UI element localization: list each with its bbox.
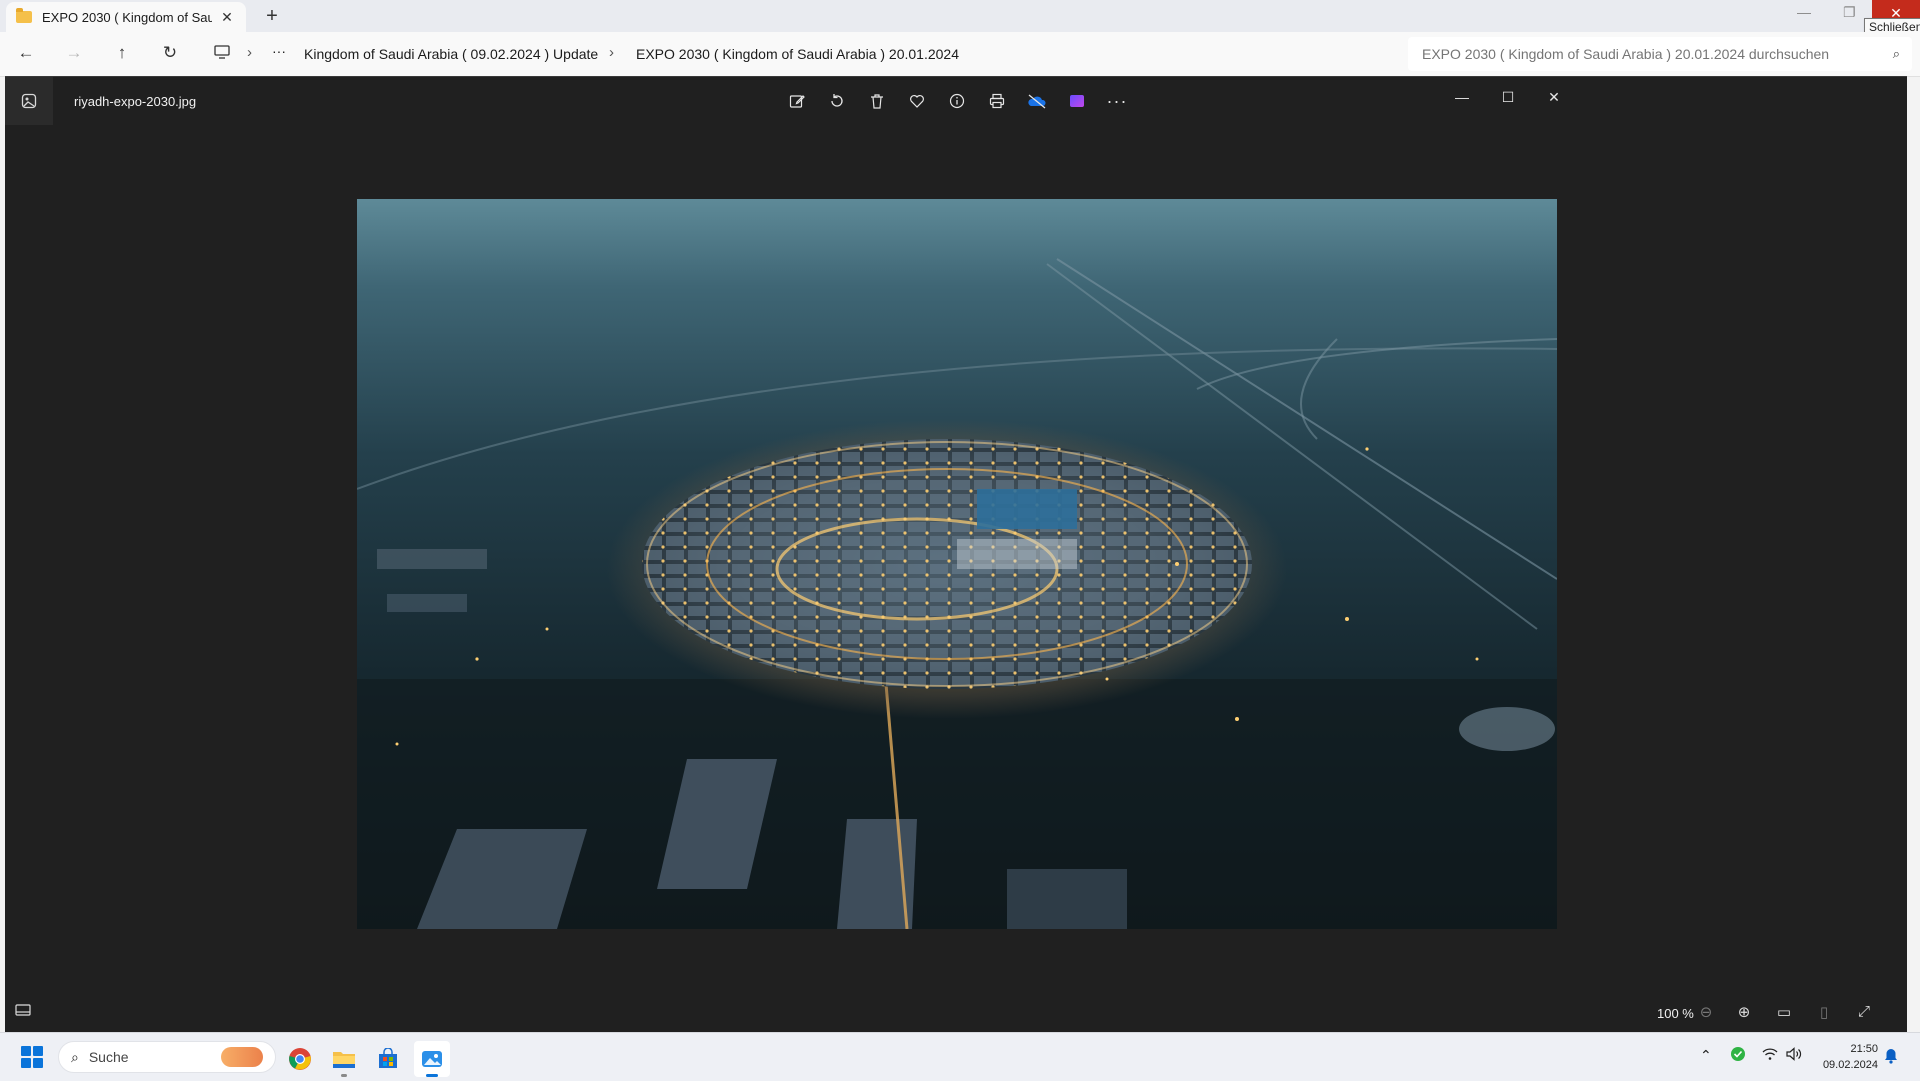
image-filename: riyadh-expo-2030.jpg: [74, 94, 197, 109]
viewer-minimize-button[interactable]: —: [1447, 89, 1477, 105]
actual-size-icon[interactable]: ▯: [1813, 1003, 1835, 1021]
zoom-in-icon[interactable]: ⊕: [1733, 1003, 1755, 1021]
address-bar: ← → ↑ ↻ › ··· Kingdom of Saudi Arabia ( …: [0, 32, 1920, 77]
volume-icon[interactable]: [1786, 1047, 1802, 1064]
windows-logo-tile: [21, 1046, 31, 1056]
clipchamp-icon[interactable]: [1065, 89, 1089, 113]
viewer-maximize-button[interactable]: ☐: [1493, 89, 1523, 106]
system-clock[interactable]: 21:50 09.02.2024: [1812, 1041, 1878, 1073]
more-icon[interactable]: ···: [1105, 89, 1129, 113]
search-icon: ⌕: [1892, 46, 1900, 61]
tab-bar: EXPO 2030 ( Kingdom of Saud ✕ + — ❐ ✕ Sc…: [0, 0, 1920, 36]
favorite-icon[interactable]: [905, 89, 929, 113]
info-icon[interactable]: [945, 89, 969, 113]
tab-expo-folder[interactable]: EXPO 2030 ( Kingdom of Saud ✕: [6, 2, 246, 32]
security-shield-icon[interactable]: [1730, 1046, 1746, 1065]
viewer-status-bar: 100 % ⊖ ⊕ ▭ ▯ ⤢: [5, 995, 1907, 1033]
refresh-button[interactable]: ↻: [158, 43, 182, 63]
chevron-right-icon: ›: [609, 44, 614, 61]
this-pc-icon[interactable]: [210, 45, 234, 62]
chrome-icon[interactable]: [282, 1041, 318, 1077]
photos-viewer: riyadh-expo-2030.jpg ··· — ☐ ✕ 100 % ⊖ ⊕…: [5, 76, 1907, 1033]
microsoft-store-icon[interactable]: [370, 1041, 406, 1077]
print-icon[interactable]: [985, 89, 1009, 113]
zoom-level[interactable]: 100 %: [1657, 1006, 1694, 1021]
fit-to-window-icon[interactable]: ▭: [1773, 1003, 1795, 1021]
close-tab-icon[interactable]: ✕: [218, 9, 236, 26]
viewer-close-button[interactable]: ✕: [1539, 89, 1569, 106]
up-button[interactable]: ↑: [110, 43, 134, 63]
active-app-indicator: [426, 1074, 438, 1077]
search-input[interactable]: [1420, 45, 1874, 63]
chevron-up-icon[interactable]: ⌃: [1700, 1047, 1712, 1064]
taskbar-search-label: Suche: [88, 1049, 129, 1065]
delete-icon[interactable]: [865, 89, 889, 113]
breadcrumb-item[interactable]: Kingdom of Saudi Arabia ( 09.02.2024 ) U…: [304, 46, 598, 62]
breadcrumb-item[interactable]: EXPO 2030 ( Kingdom of Saudi Arabia ) 20…: [636, 46, 959, 62]
fullscreen-icon[interactable]: ⤢: [1853, 1003, 1875, 1020]
photos-app-icon[interactable]: [5, 77, 53, 125]
edit-image-icon[interactable]: [785, 89, 809, 113]
viewer-title-bar: riyadh-expo-2030.jpg ··· — ☐ ✕: [5, 77, 1907, 125]
taskbar: ⌕ Suche ⌃ 21:50 09.02.2024: [0, 1032, 1920, 1081]
running-indicator: [341, 1074, 347, 1077]
more-crumbs-button[interactable]: ···: [272, 43, 286, 59]
tab-title: EXPO 2030 ( Kingdom of Saud: [42, 9, 212, 25]
file-explorer-icon[interactable]: [326, 1041, 362, 1077]
maximize-button[interactable]: ❐: [1843, 4, 1856, 21]
displayed-photo[interactable]: [357, 199, 1557, 929]
windows-logo-tile: [33, 1046, 43, 1056]
new-tab-button[interactable]: +: [262, 5, 282, 28]
chevron-right-icon: ›: [247, 44, 252, 61]
wifi-icon[interactable]: [1762, 1047, 1778, 1064]
clock-time: 21:50: [1850, 1043, 1878, 1055]
forward-button[interactable]: →: [62, 43, 86, 63]
search-icon: ⌕: [71, 1048, 79, 1065]
filmstrip-icon[interactable]: [12, 1003, 34, 1021]
start-button[interactable]: [21, 1046, 43, 1068]
back-button[interactable]: ←: [14, 43, 38, 63]
expo-site-aerial-image: [357, 199, 1557, 929]
notification-bell-icon[interactable]: [1884, 1048, 1898, 1067]
zoom-out-icon[interactable]: ⊖: [1695, 1003, 1717, 1021]
photos-icon[interactable]: [414, 1041, 450, 1077]
windows-logo-tile: [33, 1058, 43, 1068]
folder-icon: [16, 8, 32, 23]
windows-logo-tile: [21, 1058, 31, 1068]
rotate-icon[interactable]: [825, 89, 849, 113]
viewer-toolbar: ···: [785, 89, 1129, 113]
search-highlight-icon: [221, 1047, 263, 1067]
minimize-button[interactable]: —: [1797, 4, 1811, 20]
onedrive-icon[interactable]: [1025, 89, 1049, 113]
taskbar-search[interactable]: ⌕ Suche: [58, 1041, 276, 1073]
clock-date: 09.02.2024: [1822, 1059, 1878, 1071]
folder-search[interactable]: ⌕: [1408, 37, 1912, 71]
